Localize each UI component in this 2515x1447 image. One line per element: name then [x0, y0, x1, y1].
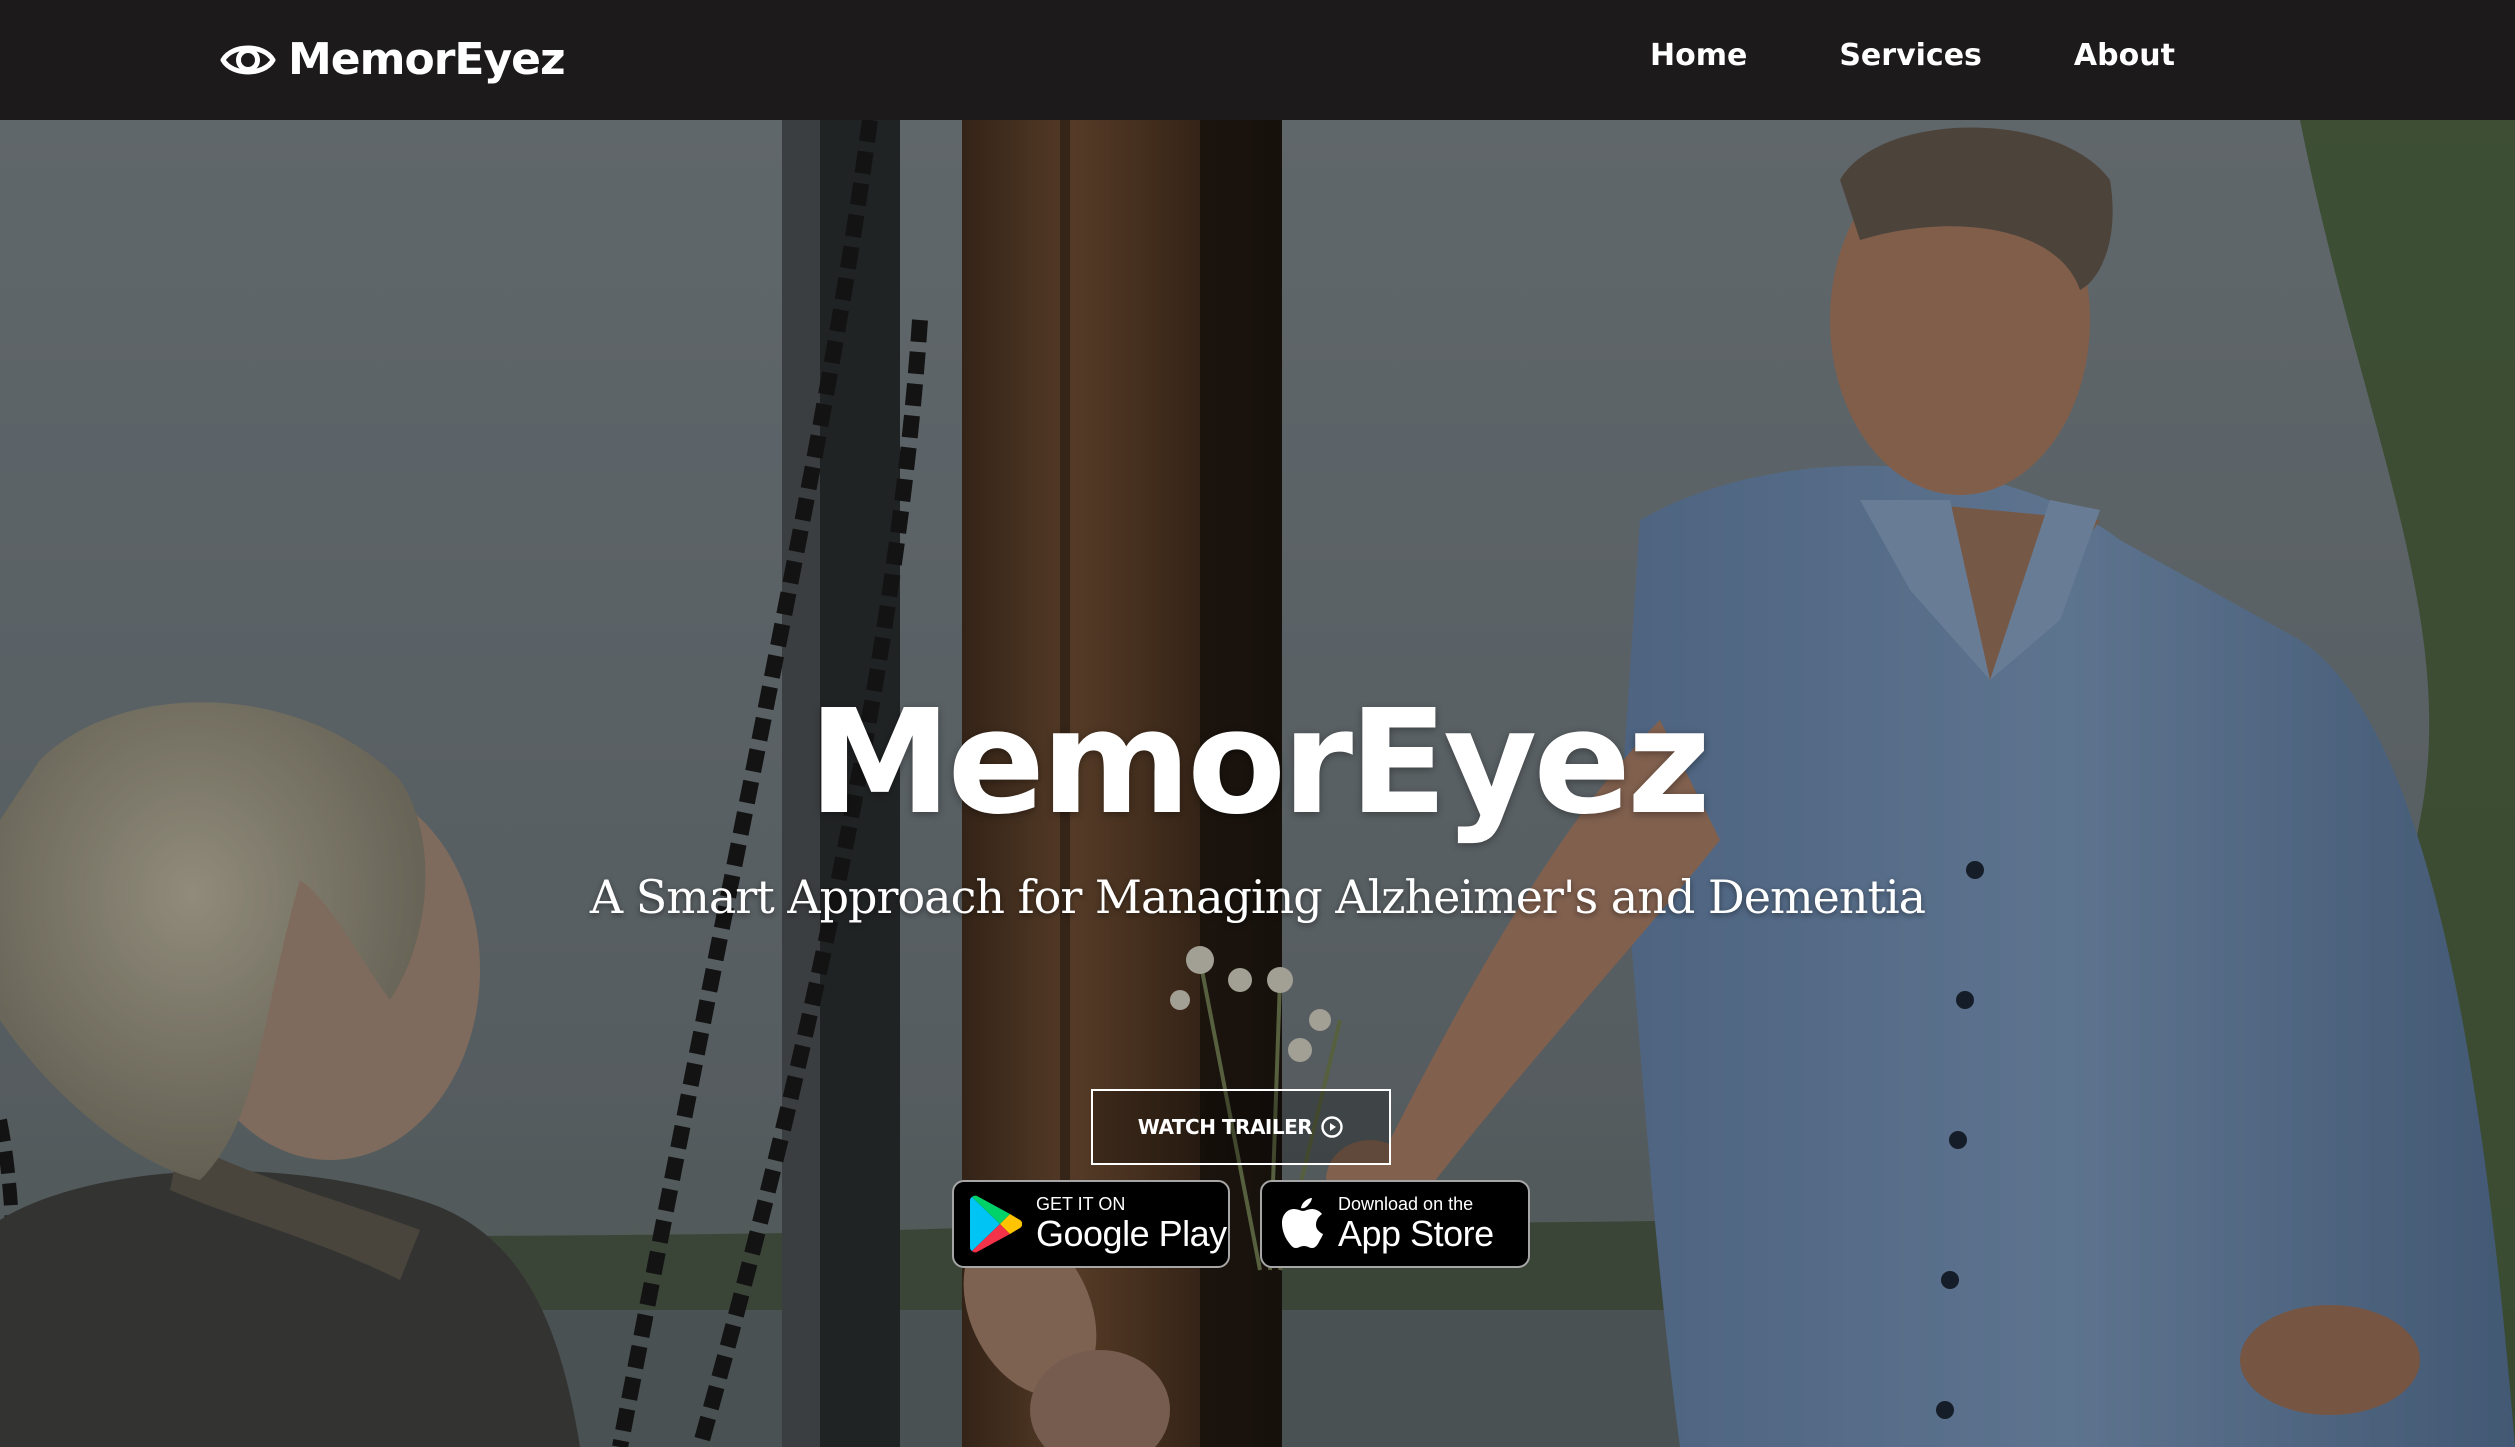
- watch-trailer-label: WATCH TRAILER: [1137, 1115, 1313, 1139]
- nav-link-about[interactable]: About: [2074, 36, 2175, 76]
- brand-logo[interactable]: MemorEyez: [220, 30, 566, 90]
- hero-content: MemorEyez A Smart Approach for Managing …: [0, 120, 2515, 1447]
- hero-subtitle: A Smart Approach for Managing Alzheimer'…: [589, 870, 1926, 924]
- google-play-text: GET IT ON Google Play: [1036, 1194, 1227, 1254]
- app-store-text: Download on the App Store: [1338, 1194, 1494, 1254]
- google-play-big-text: Google Play: [1036, 1213, 1227, 1254]
- main-nav: Home Services About: [1650, 36, 2267, 76]
- app-store-small-text: Download on the: [1338, 1194, 1474, 1214]
- nav-link-home[interactable]: Home: [1650, 36, 1747, 76]
- eye-icon: [220, 45, 276, 75]
- app-store-badge[interactable]: Download on the App Store: [1260, 1180, 1530, 1268]
- apple-icon: [1282, 1198, 1323, 1248]
- hero-section: MemorEyez A Smart Approach for Managing …: [0, 120, 2515, 1447]
- hero-title: MemorEyez: [808, 678, 1711, 846]
- top-navbar: MemorEyez Home Services About: [0, 0, 2515, 120]
- nav-link-services[interactable]: Services: [1839, 36, 1982, 76]
- google-play-badge[interactable]: GET IT ON Google Play: [952, 1180, 1230, 1268]
- brand-name: MemorEyez: [288, 34, 566, 85]
- google-play-small-text: GET IT ON: [1036, 1194, 1126, 1214]
- play-circle-icon: [1321, 1116, 1343, 1138]
- app-store-big-text: App Store: [1338, 1213, 1494, 1254]
- watch-trailer-button[interactable]: WATCH TRAILER: [1091, 1089, 1391, 1165]
- google-play-icon: [970, 1195, 1022, 1253]
